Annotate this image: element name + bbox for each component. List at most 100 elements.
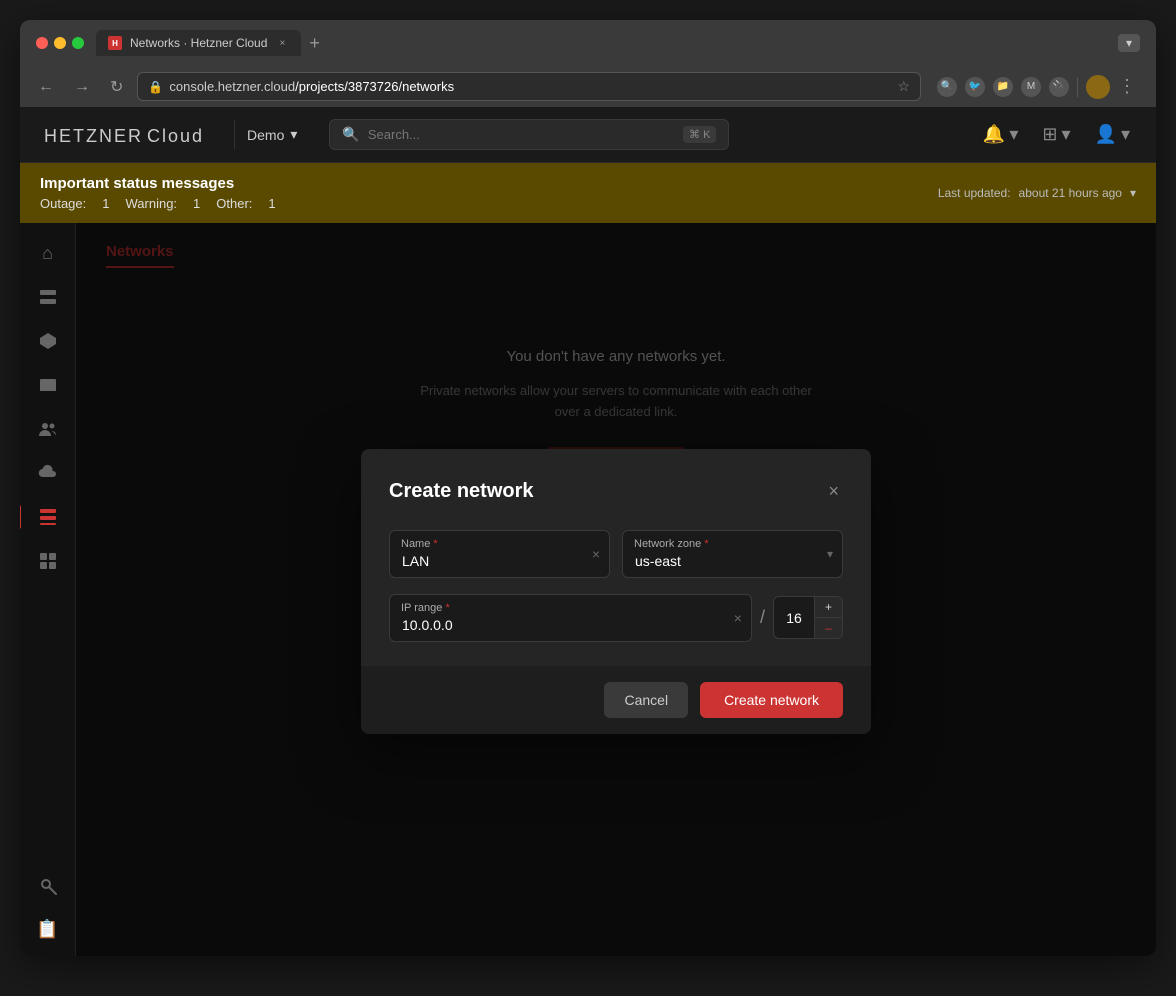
sidebar-item-cloud[interactable] — [28, 453, 68, 493]
modal-title: Create network — [389, 480, 534, 503]
main-layout: ⌂ — [20, 223, 1156, 956]
traffic-lights — [36, 37, 84, 49]
tab-bar: H Networks · Hetzner Cloud × + — [96, 30, 1106, 56]
cloud-icon — [38, 463, 58, 483]
sidebar-item-footer[interactable]: 📋 — [28, 909, 68, 949]
hetzner-logo: HETZNERCloud — [40, 122, 204, 148]
cidr-increment-btn[interactable]: + — [815, 597, 842, 618]
other-count: 1 — [268, 196, 275, 211]
url-display: console.hetzner.cloud/projects/3873726/n… — [169, 79, 891, 94]
networks-icon — [38, 507, 58, 527]
modal-overlay: Create network × Name * × — [76, 223, 1156, 956]
last-updated-value: about 21 hours ago — [1019, 186, 1122, 200]
cidr-divider: / — [760, 607, 765, 628]
browser-menu-btn[interactable]: ⋮ — [1118, 76, 1136, 97]
sidebar-item-teams[interactable] — [28, 409, 68, 449]
tab-menu-btn[interactable]: ▾ — [1118, 34, 1140, 52]
firewalls-icon — [38, 551, 58, 571]
images-icon — [38, 375, 58, 395]
form-group-ip: IP range * × — [389, 594, 752, 642]
forward-btn[interactable]: → — [68, 74, 96, 100]
status-last-updated[interactable]: Last updated: about 21 hours ago ▾ — [938, 186, 1136, 200]
tab-favicon: H — [108, 36, 122, 50]
create-network-btn[interactable]: Create network — [700, 682, 843, 718]
sidebar-item-images[interactable] — [28, 365, 68, 405]
project-dropdown-icon: ▾ — [290, 126, 297, 143]
cidr-stepper: 16 + – — [773, 596, 843, 639]
collapse-icon: ▾ — [1130, 186, 1136, 200]
volumes-icon — [38, 331, 58, 351]
servers-icon — [38, 287, 58, 307]
close-window-btn[interactable] — [36, 37, 48, 49]
cidr-value: 16 — [774, 602, 814, 634]
form-row-name-zone: Name * × Network zone * eu-centra — [389, 530, 843, 578]
outage-label: Outage: — [40, 196, 86, 211]
ext-icon-2[interactable]: 🐦 — [965, 77, 985, 97]
status-banner: Important status messages Outage: 1 Warn… — [20, 163, 1156, 223]
sidebar-item-networks[interactable] — [28, 497, 68, 537]
toolbar-separator — [1077, 77, 1078, 97]
cloud-label: Cloud — [147, 126, 204, 146]
sidebar-item-firewalls[interactable] — [28, 541, 68, 581]
user-btn[interactable]: 👤 ▾ — [1089, 118, 1136, 151]
create-network-modal: Create network × Name * × — [361, 449, 871, 734]
active-tab[interactable]: H Networks · Hetzner Cloud × — [96, 30, 301, 56]
project-selector[interactable]: Demo ▾ — [234, 120, 309, 149]
outage-count: 1 — [102, 196, 109, 211]
search-bar[interactable]: 🔍 ⌘ K — [329, 119, 729, 150]
cidr-decrement-btn[interactable]: – — [815, 618, 842, 638]
back-btn[interactable]: ← — [32, 74, 60, 100]
refresh-btn[interactable]: ↻ — [104, 73, 129, 101]
sidebar-item-servers[interactable] — [28, 277, 68, 317]
new-tab-btn[interactable]: + — [301, 33, 328, 54]
apps-btn[interactable]: ⊞ ▾ — [1036, 118, 1076, 151]
topbar-actions: 🔔 ▾ ⊞ ▾ 👤 ▾ — [977, 118, 1136, 151]
modal-header: Create network × — [389, 477, 843, 506]
maximize-window-btn[interactable] — [72, 37, 84, 49]
status-title: Important status messages — [40, 175, 276, 192]
profile-avatar[interactable] — [1086, 75, 1110, 99]
name-label: Name * — [401, 538, 438, 550]
sidebar-item-volumes[interactable] — [28, 321, 68, 361]
security-icon: 🔒 — [148, 80, 163, 94]
name-clear-btn[interactable]: × — [592, 546, 600, 562]
cancel-btn[interactable]: Cancel — [604, 682, 688, 718]
sidebar-item-home[interactable]: ⌂ — [28, 233, 68, 273]
app-content: HETZNERCloud Demo ▾ 🔍 ⌘ K 🔔 ▾ ⊞ ▾ 👤 ▾ Im… — [20, 107, 1156, 956]
minimize-window-btn[interactable] — [54, 37, 66, 49]
other-label: Other: — [216, 196, 252, 211]
ext-icon-3[interactable]: 📁 — [993, 77, 1013, 97]
ip-range-clear-btn[interactable]: × — [734, 610, 742, 626]
keys-icon — [38, 875, 58, 895]
search-input[interactable] — [368, 127, 675, 142]
address-bar[interactable]: 🔒 console.hetzner.cloud/projects/3873726… — [137, 72, 921, 101]
form-group-name: Name * × — [389, 530, 610, 578]
search-icon: 🔍 — [342, 126, 359, 143]
content-area: Networks You don't have any networks yet… — [76, 223, 1156, 956]
topbar: HETZNERCloud Demo ▾ 🔍 ⌘ K 🔔 ▾ ⊞ ▾ 👤 ▾ — [20, 107, 1156, 163]
form-group-zone: Network zone * eu-central us-east ap-sou… — [622, 530, 843, 578]
sidebar: ⌂ — [20, 223, 76, 956]
ip-range-row: IP range * × / 16 + – — [389, 594, 843, 642]
ext-icon-4[interactable]: M — [1021, 77, 1041, 97]
ext-icon-1[interactable]: 🔍 — [937, 77, 957, 97]
search-shortcut: ⌘ K — [683, 126, 716, 143]
status-details: Outage: 1 Warning: 1 Other: 1 — [40, 196, 276, 211]
warning-label: Warning: — [126, 196, 178, 211]
modal-footer: Cancel Create network — [361, 666, 871, 734]
modal-close-btn[interactable]: × — [824, 477, 843, 506]
tab-title: Networks · Hetzner Cloud — [130, 36, 267, 50]
status-info: Important status messages Outage: 1 Warn… — [40, 175, 276, 211]
notifications-btn[interactable]: 🔔 ▾ — [977, 118, 1024, 151]
teams-icon — [38, 419, 58, 439]
ext-icon-5[interactable]: 🔌 — [1049, 77, 1069, 97]
browser-extensions: 🔍 🐦 📁 M 🔌 ⋮ — [929, 75, 1144, 99]
warning-count: 1 — [193, 196, 200, 211]
tab-close-btn[interactable]: × — [275, 36, 289, 50]
zone-label: Network zone * — [634, 538, 709, 550]
sidebar-item-keys[interactable] — [28, 865, 68, 905]
last-updated-label: Last updated: — [938, 186, 1011, 200]
ip-range-label: IP range * — [401, 602, 450, 614]
browser-titlebar: H Networks · Hetzner Cloud × + ▾ — [20, 20, 1156, 66]
bookmark-btn[interactable]: ☆ — [897, 78, 910, 95]
